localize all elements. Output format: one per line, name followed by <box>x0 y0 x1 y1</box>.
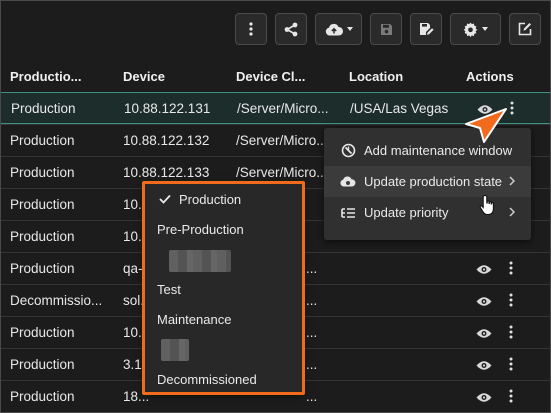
checkmark-icon <box>159 194 171 204</box>
cell-device-class: ... <box>306 293 318 308</box>
cell-production-state: Production <box>10 261 75 276</box>
submenu-item-decommissioned[interactable]: Decommissioned <box>157 372 257 387</box>
menu-item-update-production-state[interactable]: Update production state <box>324 166 531 197</box>
eye-icon[interactable] <box>476 263 492 278</box>
redacted-submenu-item[interactable] <box>161 339 189 361</box>
cloud-upload-icon <box>325 23 343 35</box>
priority-list-icon <box>340 205 356 221</box>
edit-icon <box>518 22 532 36</box>
save-button[interactable] <box>370 13 402 45</box>
eye-icon[interactable] <box>476 391 492 406</box>
more-options-button[interactable] <box>235 13 267 45</box>
edit-button[interactable] <box>509 13 541 45</box>
save-as-icon <box>419 23 434 35</box>
submenu-item-pre-production[interactable]: Pre-Production <box>157 222 244 237</box>
cell-device-class: ... <box>306 261 318 276</box>
floppy-disk-icon <box>380 23 392 35</box>
cloud-upload-button[interactable] <box>315 13 362 45</box>
cell-production-state: Production <box>10 165 75 180</box>
menu-item-update-priority[interactable]: Update priority <box>324 197 531 228</box>
cell-location: /USA/Las Vegas <box>350 101 449 116</box>
hand-cursor-icon <box>479 194 494 216</box>
maintenance-window-icon <box>340 143 356 159</box>
redacted-submenu-item[interactable] <box>169 250 231 272</box>
vertical-dots-icon[interactable] <box>509 389 513 406</box>
cell-production-state: Production <box>10 197 75 212</box>
cell-device-class: /Server/Micro... <box>236 133 328 148</box>
actions-context-menu: Add maintenance window Update production… <box>324 128 531 240</box>
chevron-right-icon <box>509 207 515 217</box>
chevron-down-icon <box>482 27 488 31</box>
eye-icon[interactable] <box>476 359 492 374</box>
submenu-item-production[interactable]: Production <box>179 192 241 207</box>
vertical-dots-icon[interactable] <box>509 357 513 374</box>
column-header-actions: Actions <box>466 68 514 84</box>
eye-icon[interactable] <box>476 295 492 310</box>
menu-item-label: Update priority <box>364 205 449 220</box>
vertical-dots-icon <box>249 22 253 36</box>
callout-arrow-icon <box>465 108 507 143</box>
cell-production-state: Production <box>10 357 75 372</box>
cell-device-class: /Server/Micro... <box>237 101 329 116</box>
vertical-dots-icon[interactable] <box>509 325 513 342</box>
column-header-production-state[interactable]: Productio... <box>10 69 82 84</box>
production-state-submenu: Production Pre-Production Test Maintenan… <box>145 183 302 393</box>
cell-device[interactable]: 10.88.122.131 <box>124 93 232 125</box>
submenu-item-test[interactable]: Test <box>157 282 181 297</box>
column-header-location[interactable]: Location <box>349 69 403 84</box>
cell-production-state: Production <box>10 389 75 404</box>
chevron-right-icon <box>509 176 515 186</box>
vertical-dots-icon[interactable] <box>509 261 513 278</box>
cell-device[interactable]: 10.88.122.132 <box>123 125 231 157</box>
menu-item-label: Update production state <box>364 174 503 189</box>
table-header: Productio... Device Device Cl... Locatio… <box>0 60 551 92</box>
toolbar <box>235 13 541 45</box>
settings-button[interactable] <box>450 13 501 45</box>
vertical-dots-icon[interactable] <box>510 101 514 118</box>
eye-icon[interactable] <box>476 327 492 342</box>
cell-production-state: Production <box>10 325 75 340</box>
gear-icon <box>463 21 478 37</box>
chevron-down-icon <box>346 27 353 31</box>
share-button[interactable] <box>275 13 307 45</box>
cell-production-state: Decommissio... <box>10 293 103 308</box>
cell-production-state: Production <box>10 133 75 148</box>
share-icon <box>284 22 298 36</box>
cell-device-class: ... <box>306 357 318 372</box>
vertical-dots-icon[interactable] <box>509 293 513 310</box>
cell-device-class: ... <box>306 325 318 340</box>
cell-production-state: Production <box>10 229 75 244</box>
production-state-icon <box>340 174 356 190</box>
column-header-device-class[interactable]: Device Cl... <box>236 69 305 84</box>
column-header-device[interactable]: Device <box>123 69 165 84</box>
save-as-button[interactable] <box>410 13 442 45</box>
cell-production-state: Production <box>11 101 76 116</box>
menu-item-label: Add maintenance window <box>364 143 513 158</box>
cell-device-class: ... <box>306 389 318 404</box>
submenu-item-maintenance[interactable]: Maintenance <box>157 312 231 327</box>
